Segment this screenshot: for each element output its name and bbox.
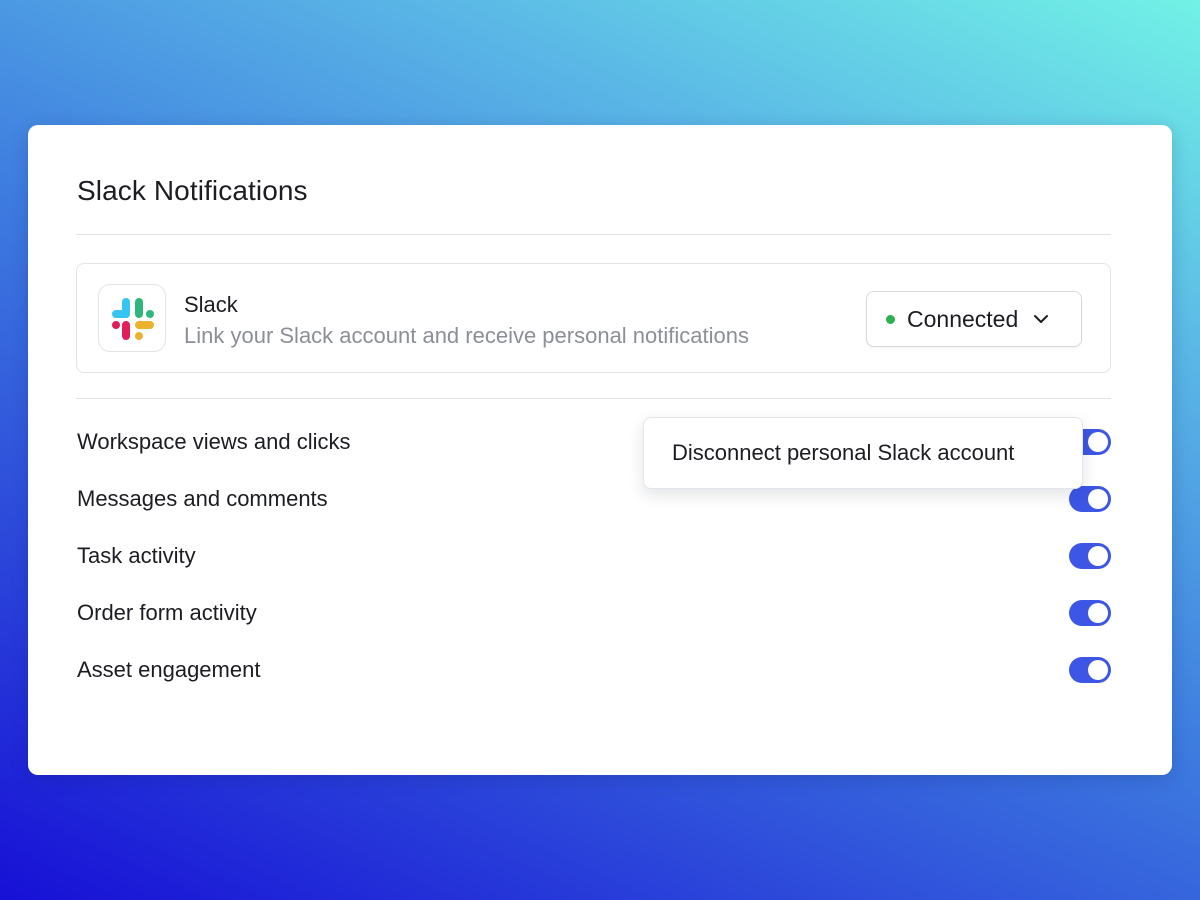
task-activity-toggle[interactable] [1069, 543, 1111, 569]
connection-status-dropdown[interactable]: Connected [866, 291, 1082, 347]
slack-integration-card: Slack Link your Slack account and receiv… [76, 263, 1111, 373]
setting-label: Task activity [77, 543, 196, 568]
disconnect-slack-menu-item[interactable]: Disconnect personal Slack account [672, 440, 1014, 466]
messages-toggle[interactable] [1069, 486, 1111, 512]
setting-label: Messages and comments [77, 486, 328, 511]
integration-name: Slack [184, 292, 238, 317]
panel-title: Slack Notifications [77, 175, 308, 206]
toggle-knob [1088, 603, 1108, 623]
setting-row-task-activity: Task activity [77, 536, 1111, 576]
toggle-knob [1088, 432, 1108, 452]
asset-engagement-toggle[interactable] [1069, 657, 1111, 683]
integration-description: Link your Slack account and receive pers… [184, 323, 749, 348]
connection-dropdown-menu: Disconnect personal Slack account [643, 417, 1083, 489]
setting-row-order-form: Order form activity [77, 593, 1111, 633]
toggle-knob [1088, 489, 1108, 509]
connected-status-dot [886, 314, 895, 324]
slack-logo-icon [98, 284, 166, 352]
toggle-knob [1088, 546, 1108, 566]
order-form-toggle[interactable] [1069, 600, 1111, 626]
setting-label: Asset engagement [77, 657, 261, 682]
setting-label: Order form activity [77, 600, 257, 625]
settings-divider [76, 398, 1111, 399]
setting-label: Workspace views and clicks [77, 429, 351, 454]
toggle-knob [1088, 660, 1108, 680]
setting-row-asset-engagement: Asset engagement [77, 650, 1111, 690]
slack-notifications-panel: Slack Notifications Slack Link your Slac… [28, 125, 1172, 775]
connection-status-label: Connected [907, 305, 1019, 332]
chevron-down-icon [1032, 313, 1050, 325]
title-divider [76, 234, 1111, 235]
